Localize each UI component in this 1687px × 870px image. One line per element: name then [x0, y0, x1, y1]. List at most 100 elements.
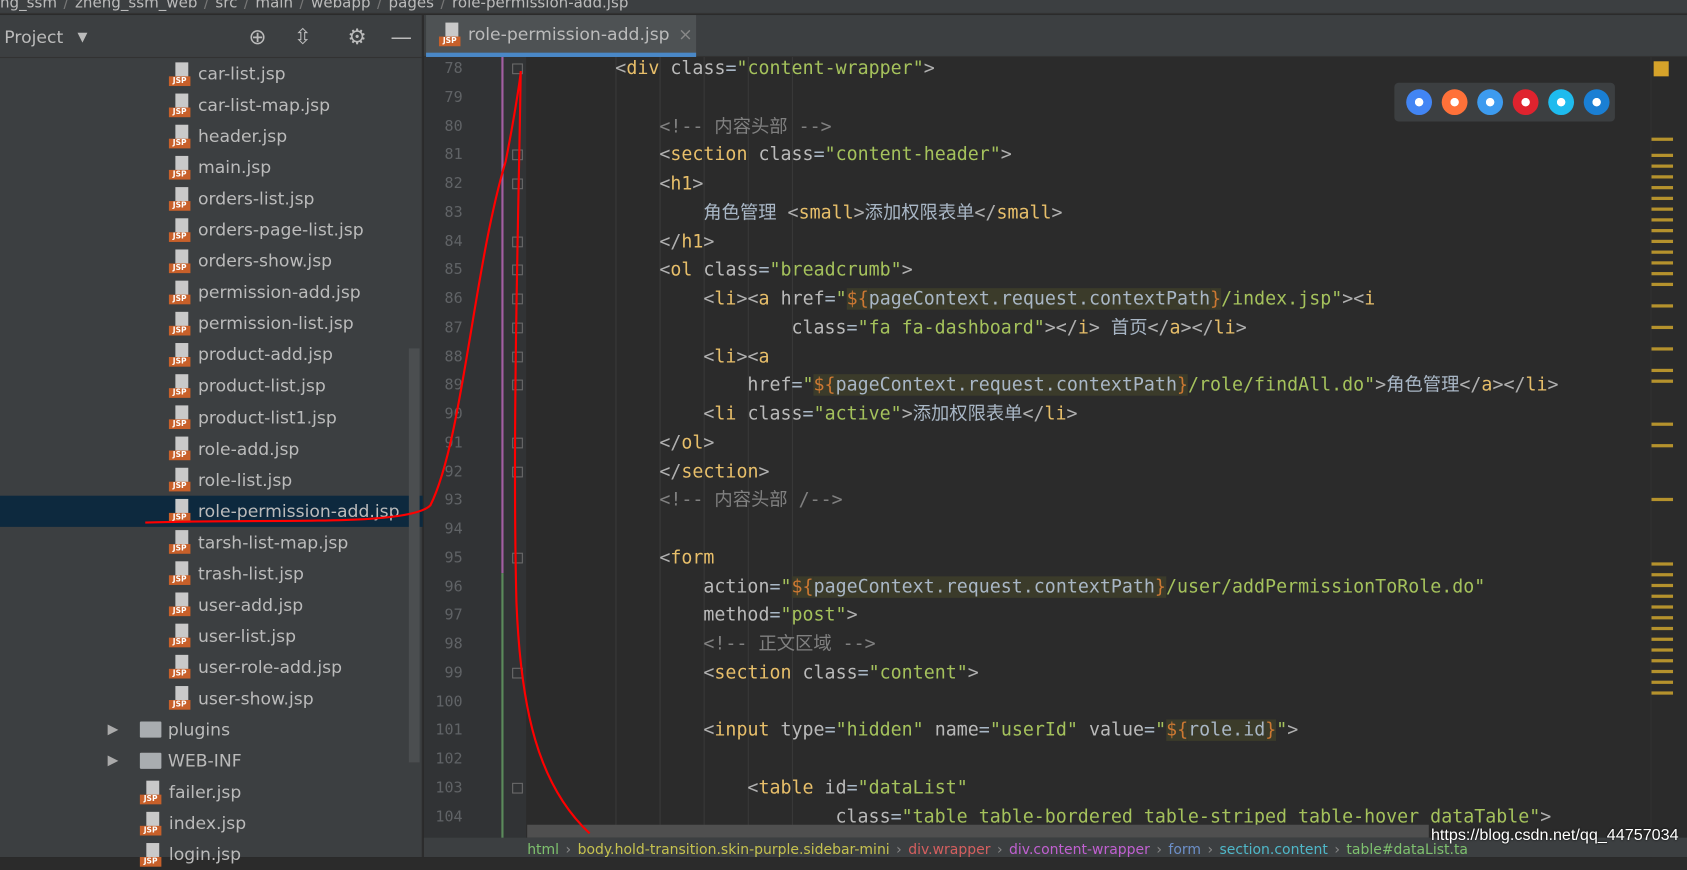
breadcrumb-item[interactable]: form — [1168, 842, 1201, 857]
error-stripe-mark[interactable] — [1651, 153, 1674, 157]
error-stripe-mark[interactable] — [1651, 605, 1674, 609]
file-tree-item[interactable]: ▶ WEB-INF — [0, 745, 423, 776]
file-tree-item[interactable]: JSP permission-list.jsp — [0, 308, 423, 339]
file-tree-item[interactable]: JSP user-list.jsp — [0, 620, 423, 651]
chevron-right-icon[interactable]: ▶ — [108, 753, 119, 769]
fold-marker-icon[interactable] — [512, 264, 523, 276]
chrome-icon[interactable] — [1406, 89, 1433, 116]
error-stripe-mark[interactable] — [1651, 272, 1674, 276]
code-line[interactable]: <li class="active">添加权限表单</li> — [527, 400, 1077, 429]
error-stripe-mark[interactable] — [1651, 261, 1674, 265]
error-stripe-mark[interactable] — [1651, 137, 1674, 141]
error-stripe-mark[interactable] — [1651, 626, 1674, 631]
horizontal-scrollbar[interactable] — [527, 824, 1429, 838]
file-tree-item[interactable]: JSP user-show.jsp — [0, 683, 423, 714]
code-line[interactable]: class="fa fa-dashboard"></i> 首页</a></li> — [527, 314, 1246, 343]
collapse-icon[interactable]: ⇳ — [294, 24, 312, 50]
breadcrumb-item[interactable]: body.hold-transition.skin-purple.sidebar… — [578, 842, 890, 857]
code-editor[interactable]: 78 79 80 81 82 83 84 85 86 87 88 89 90 91 92 93 94 95 96 97… — [423, 56, 1651, 858]
safari-icon[interactable] — [1477, 89, 1504, 116]
code-line[interactable]: method="post"> — [527, 601, 857, 630]
error-stripe-mark[interactable] — [1651, 196, 1674, 201]
error-stripe-mark[interactable] — [1651, 497, 1674, 502]
fold-marker-icon[interactable] — [512, 782, 523, 794]
fold-marker-icon[interactable] — [512, 178, 523, 190]
code-line[interactable]: <h1> — [527, 170, 703, 199]
error-stripe-mark[interactable] — [1651, 444, 1674, 448]
breadcrumb-item[interactable]: section.content — [1220, 842, 1328, 857]
error-stripe-mark[interactable] — [1651, 304, 1674, 308]
error-stripe-mark[interactable] — [1651, 669, 1674, 674]
file-tree-item[interactable]: JSP permission-add.jsp — [0, 277, 423, 308]
breadcrumb-item[interactable]: div.wrapper — [908, 842, 990, 857]
breadcrumb-item[interactable]: table#dataList.ta — [1346, 842, 1468, 857]
project-view-selector[interactable]: Project — [4, 27, 63, 47]
breadcrumb-item[interactable]: div.content-wrapper — [1009, 842, 1150, 857]
file-tree-item[interactable]: JSP index.jsp — [0, 808, 423, 839]
error-stripe-mark[interactable] — [1651, 691, 1674, 695]
error-stripe-mark[interactable] — [1651, 368, 1674, 373]
file-tree-item[interactable]: JSP user-add.jsp — [0, 589, 423, 620]
error-stripe-mark[interactable] — [1651, 207, 1674, 211]
error-stripe-mark[interactable] — [1651, 175, 1674, 179]
file-tree-item[interactable]: JSP orders-list.jsp — [0, 183, 423, 214]
code-line[interactable]: </ol> — [527, 429, 714, 458]
file-tree-item[interactable]: JSP orders-show.jsp — [0, 245, 423, 276]
code-line[interactable]: <section class="content"> — [527, 659, 978, 688]
error-stripe-mark[interactable] — [1651, 422, 1674, 426]
crosshair-icon[interactable]: ⊕ — [249, 24, 267, 50]
file-tree-item[interactable]: JSP tarsh-list-map.jsp — [0, 527, 423, 558]
fold-marker-icon[interactable] — [512, 236, 523, 247]
fold-marker-icon[interactable] — [512, 466, 523, 477]
nav-crumb[interactable]: pages — [389, 0, 434, 12]
nav-crumb[interactable]: role-permission-add.jsp — [452, 0, 628, 12]
file-tree-item[interactable]: JSP failer.jsp — [0, 776, 423, 807]
error-stripe-mark[interactable] — [1651, 616, 1674, 620]
code-line[interactable]: <table id="dataList" — [527, 774, 967, 803]
chevron-down-icon[interactable]: ▼ — [77, 29, 87, 44]
code-line[interactable]: <section class="content-header"> — [527, 141, 1011, 170]
error-stripe-mark[interactable] — [1651, 379, 1674, 383]
fold-marker-icon[interactable] — [512, 63, 523, 75]
nav-crumb[interactable]: webapp — [311, 0, 371, 12]
code-line[interactable]: <li><a href="${pageContext.request.conte… — [527, 285, 1375, 314]
code-line[interactable]: <div class="content-wrapper"> — [527, 57, 934, 84]
code-line[interactable]: </h1> — [527, 227, 714, 256]
file-tree-item[interactable]: JSP header.jsp — [0, 121, 423, 152]
breadcrumb-item[interactable]: html — [527, 842, 559, 857]
code-line[interactable]: <!-- 正文区域 --> — [527, 630, 875, 659]
file-tree-item[interactable]: JSP product-list.jsp — [0, 370, 423, 401]
error-stripe-mark[interactable] — [1651, 325, 1674, 330]
error-stripe-mark[interactable] — [1651, 648, 1674, 652]
error-stripe-mark[interactable] — [1651, 250, 1674, 254]
error-stripe-mark[interactable] — [1651, 680, 1674, 684]
file-tree-item[interactable]: JSP role-permission-add.jsp — [0, 495, 423, 527]
file-tree-item[interactable]: ▶ plugins — [0, 714, 423, 745]
ie-icon[interactable] — [1548, 89, 1575, 116]
nav-crumb[interactable]: main — [255, 0, 293, 12]
error-stripe-mark[interactable] — [1651, 347, 1674, 351]
error-stripe-mark[interactable] — [1651, 562, 1674, 566]
code-line[interactable]: href="${pageContext.request.contextPath}… — [527, 371, 1559, 400]
tab-role-permission-add[interactable]: JSP role-permission-add.jsp × — [426, 15, 697, 57]
inspection-status-icon[interactable] — [1653, 61, 1669, 77]
error-stripe-mark[interactable] — [1651, 229, 1674, 233]
file-tree-item[interactable]: JSP car-list.jsp — [0, 58, 423, 89]
nav-crumb[interactable]: zheng_ssm_web — [75, 0, 197, 12]
error-stripe-mark[interactable] — [1651, 164, 1674, 168]
fold-marker-icon[interactable] — [512, 322, 523, 334]
nav-crumb[interactable]: ng_ssm — [0, 0, 57, 12]
error-stripe[interactable] — [1650, 56, 1687, 858]
error-stripe-mark[interactable] — [1651, 282, 1674, 287]
fold-marker-icon[interactable] — [512, 351, 523, 362]
error-stripe-mark[interactable] — [1651, 594, 1674, 598]
file-tree-item[interactable]: JSP car-list-map.jsp — [0, 89, 423, 120]
file-tree-item[interactable]: JSP role-list.jsp — [0, 464, 423, 495]
minimize-icon[interactable]: — — [391, 24, 413, 50]
code-line[interactable]: action="${pageContext.request.contextPat… — [527, 573, 1485, 602]
error-stripe-mark[interactable] — [1651, 637, 1674, 641]
code-line[interactable]: <li><a — [527, 342, 769, 371]
code-line[interactable]: <!-- 内容头部 /--> — [527, 486, 842, 515]
file-tree-item[interactable]: JSP role-add.jsp — [0, 433, 423, 464]
error-stripe-mark[interactable] — [1651, 659, 1674, 663]
